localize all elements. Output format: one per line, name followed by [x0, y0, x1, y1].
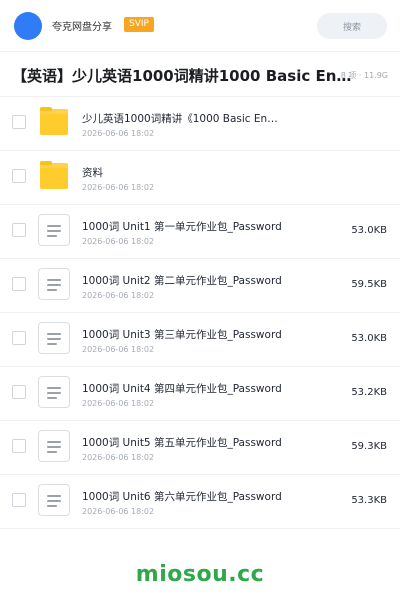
- select-checkbox[interactable]: [12, 169, 26, 183]
- folder-icon: [38, 160, 70, 192]
- select-checkbox[interactable]: [12, 439, 26, 453]
- file-size: 59.3KB: [351, 441, 387, 452]
- svip-badge: SVIP: [124, 17, 154, 32]
- list-item[interactable]: 资料 2026-06-06 18:02: [0, 151, 400, 205]
- folder-title-bar: 【英语】少儿英语1000词精讲1000 Basic English Words …: [0, 52, 400, 97]
- file-date: 2026-06-06 18:02: [82, 345, 155, 354]
- select-checkbox[interactable]: [12, 385, 26, 399]
- share-owner-name: 夸克网盘分享: [52, 22, 112, 33]
- document-icon: [38, 214, 70, 246]
- select-checkbox[interactable]: [12, 493, 26, 507]
- list-item[interactable]: 少儿英语1000词精讲《1000 Basic English Words》 20…: [0, 97, 400, 151]
- file-date: 2026-06-06 18:02: [82, 183, 155, 192]
- document-icon: [38, 376, 70, 408]
- file-date: 2026-06-06 18:02: [82, 129, 155, 138]
- file-date: 2026-06-06 18:02: [82, 399, 155, 408]
- document-icon: [38, 484, 70, 516]
- list-item[interactable]: 1000词 Unit4 第四单元作业包_Password 2026-06-06 …: [0, 367, 400, 421]
- file-date: 2026-06-06 18:02: [82, 291, 155, 300]
- file-name[interactable]: 1000词 Unit1 第一单元作业包_Password: [82, 219, 282, 234]
- list-item[interactable]: 1000词 Unit6 第六单元作业包_Password 2026-06-06 …: [0, 475, 400, 529]
- file-name[interactable]: 1000词 Unit6 第六单元作业包_Password: [82, 489, 282, 504]
- select-checkbox[interactable]: [12, 115, 26, 129]
- avatar[interactable]: [14, 12, 42, 40]
- file-name[interactable]: 1000词 Unit5 第五单元作业包_Password: [82, 435, 282, 450]
- list-item[interactable]: 1000词 Unit1 第一单元作业包_Password 2026-06-06 …: [0, 205, 400, 259]
- file-size: 53.0KB: [351, 225, 387, 236]
- file-name[interactable]: 1000词 Unit2 第二单元作业包_Password: [82, 273, 282, 288]
- search-button[interactable]: 搜索: [317, 13, 387, 39]
- folder-meta: 8 项 · 11.9G: [340, 71, 388, 80]
- document-icon: [38, 430, 70, 462]
- file-size: 53.0KB: [351, 333, 387, 344]
- file-name[interactable]: 少儿英语1000词精讲《1000 Basic English Words》: [82, 111, 282, 126]
- file-name[interactable]: 1000词 Unit3 第三单元作业包_Password: [82, 327, 282, 342]
- select-checkbox[interactable]: [12, 331, 26, 345]
- select-checkbox[interactable]: [12, 223, 26, 237]
- file-date: 2026-06-06 18:02: [82, 507, 155, 516]
- file-date: 2026-06-06 18:02: [82, 237, 155, 246]
- document-icon: [38, 322, 70, 354]
- document-icon: [38, 268, 70, 300]
- file-size: 53.2KB: [351, 387, 387, 398]
- file-size: 53.3KB: [351, 495, 387, 506]
- app-header: 夸克网盘分享 SVIP 搜索: [0, 0, 400, 52]
- list-item[interactable]: 1000词 Unit3 第三单元作业包_Password 2026-06-06 …: [0, 313, 400, 367]
- folder-title: 【英语】少儿英语1000词精讲1000 Basic English Words: [12, 67, 352, 85]
- file-list: 少儿英语1000词精讲《1000 Basic English Words》 20…: [0, 97, 400, 529]
- file-size: 59.5KB: [351, 279, 387, 290]
- file-name[interactable]: 资料: [82, 165, 282, 180]
- select-checkbox[interactable]: [12, 277, 26, 291]
- list-item[interactable]: 1000词 Unit5 第五单元作业包_Password 2026-06-06 …: [0, 421, 400, 475]
- list-item[interactable]: 1000词 Unit2 第二单元作业包_Password 2026-06-06 …: [0, 259, 400, 313]
- file-name[interactable]: 1000词 Unit4 第四单元作业包_Password: [82, 381, 282, 396]
- site-watermark: miosou.cc: [135, 562, 265, 587]
- folder-icon: [38, 106, 70, 138]
- file-date: 2026-06-06 18:02: [82, 453, 155, 462]
